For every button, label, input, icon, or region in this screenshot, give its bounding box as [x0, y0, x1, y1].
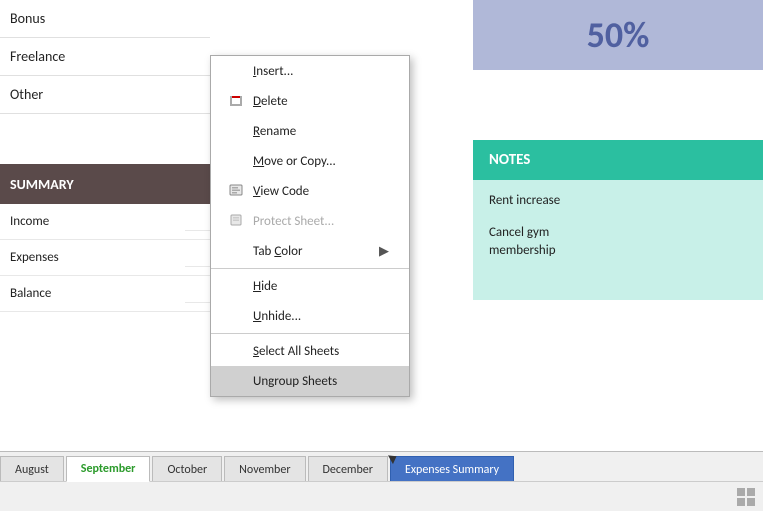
tab-label-august: August: [15, 463, 49, 477]
summary-header: SUMMARY: [0, 164, 210, 204]
row-other: Other: [0, 76, 210, 114]
right-panel: 50% NOTES Rent increase Cancel gymmember…: [473, 0, 763, 440]
tab-november[interactable]: November: [224, 456, 305, 482]
tab-september[interactable]: September: [66, 456, 151, 482]
row-freelance: Freelance: [0, 38, 210, 76]
tab-october[interactable]: October: [152, 456, 222, 482]
menu-item-select-all-sheets[interactable]: Select All Sheets: [211, 336, 409, 366]
menu-label-move-copy: Move or Copy...: [253, 154, 336, 169]
menu-label-insert: Insert...: [253, 64, 293, 79]
menu-icon-placeholder-hide: [227, 277, 245, 295]
menu-item-move-copy[interactable]: Move or Copy...: [211, 146, 409, 176]
menu-item-unhide[interactable]: Unhide...: [211, 301, 409, 331]
menu-item-ungroup-sheets[interactable]: Ungroup Sheets: [211, 366, 409, 396]
tab-bar: August September October November December Ex…: [0, 451, 763, 481]
percent-display: 50%: [473, 0, 763, 70]
tab-label-october: October: [167, 463, 207, 477]
menu-item-rename[interactable]: Rename: [211, 116, 409, 146]
grid-view-icon[interactable]: [737, 488, 755, 506]
tab-label-december: December: [323, 463, 373, 477]
menu-item-delete[interactable]: Delete: [211, 86, 409, 116]
menu-label-delete: Delete: [253, 94, 288, 109]
menu-item-hide[interactable]: Hide: [211, 271, 409, 301]
menu-label-unhide: Unhide...: [253, 309, 301, 324]
row-balance: Balance: [0, 276, 210, 312]
tab-december[interactable]: December: [308, 456, 388, 482]
menu-icon-placeholder-insert: [227, 62, 245, 80]
menu-label-view-code: View Code: [253, 184, 309, 199]
delete-sheet-icon: [227, 92, 245, 110]
submenu-arrow-icon: ▶: [379, 244, 389, 259]
row-income: Income: [0, 204, 210, 240]
tab-label-november: November: [239, 463, 290, 477]
menu-icon-placeholder-rename: [227, 122, 245, 140]
notes-header: NOTES: [473, 140, 763, 180]
tab-expenses-summary[interactable]: Expenses Summary: [390, 456, 514, 482]
menu-item-protect-sheet: Protect Sheet...: [211, 206, 409, 236]
tab-august[interactable]: August: [0, 456, 64, 482]
status-bar: [0, 481, 763, 511]
menu-label-protect-sheet: Protect Sheet...: [253, 214, 334, 229]
notes-body: Rent increase Cancel gymmembership: [473, 180, 763, 300]
tab-label-expenses-summary: Expenses Summary: [405, 463, 499, 477]
row-bonus: Bonus: [0, 0, 210, 38]
menu-item-view-code[interactable]: View Code: [211, 176, 409, 206]
row-expenses: Expenses: [0, 240, 210, 276]
menu-icon-placeholder-unhide: [227, 307, 245, 325]
menu-label-ungroup-sheets: Ungroup Sheets: [253, 374, 337, 389]
menu-icon-placeholder-ungroup-sheets: [227, 372, 245, 390]
menu-icon-placeholder-move-copy: [227, 152, 245, 170]
menu-item-insert[interactable]: Insert...: [211, 56, 409, 86]
left-column: Bonus Freelance Other SUMMARY Income Exp…: [0, 0, 210, 440]
menu-label-hide: Hide: [253, 279, 277, 294]
note-item-2: Cancel gymmembership: [489, 224, 747, 260]
menu-label-select-all-sheets: Select All Sheets: [253, 344, 339, 359]
context-menu[interactable]: Insert... Delete Rename Move or Copy... View…: [210, 55, 410, 397]
menu-separator-before-select: [211, 333, 409, 334]
menu-label-rename: Rename: [253, 124, 296, 139]
menu-separator-7: [211, 268, 409, 269]
menu-icon-placeholder-select-all-sheets: [227, 342, 245, 360]
protect-sheet-icon: [227, 212, 245, 230]
view-code-icon: [227, 182, 245, 200]
menu-label-tab-color: Tab Color: [253, 244, 303, 259]
note-item-1: Rent increase: [489, 192, 747, 210]
menu-item-tab-color[interactable]: Tab Color ▶: [211, 236, 409, 266]
tab-label-september: September: [81, 462, 136, 476]
menu-icon-placeholder-tab-color: [227, 242, 245, 260]
